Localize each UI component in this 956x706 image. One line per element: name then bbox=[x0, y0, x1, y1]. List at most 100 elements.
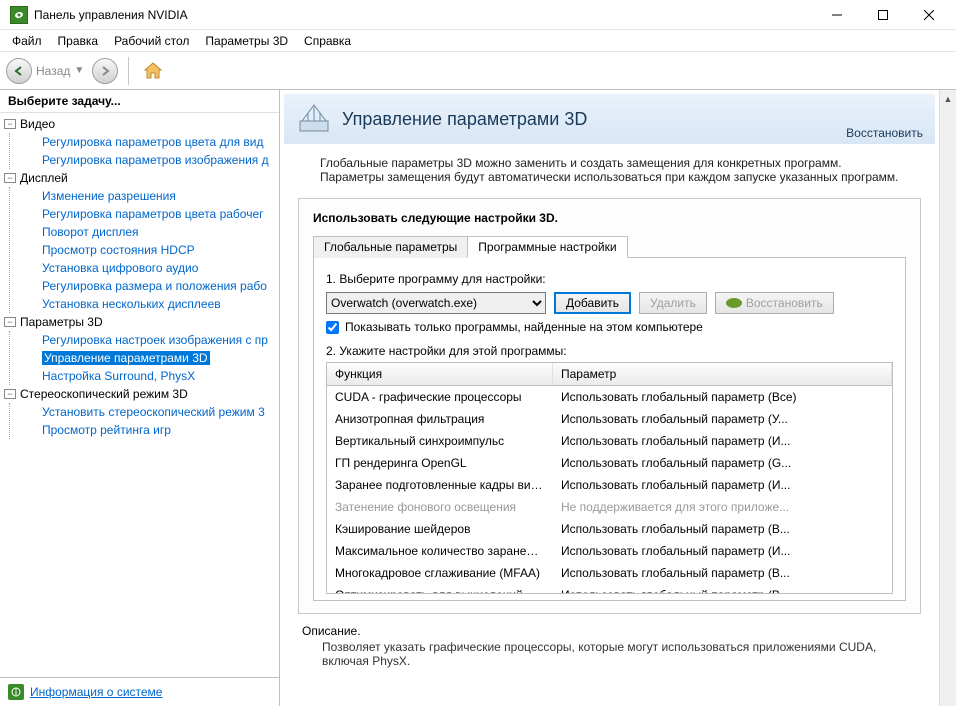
col-function[interactable]: Функция bbox=[327, 363, 553, 385]
tree-item-label: Регулировка настроек изображения с пр bbox=[42, 333, 268, 347]
tree-item[interactable]: Установка нескольких дисплеев bbox=[24, 295, 279, 313]
program-select[interactable]: Overwatch (overwatch.exe) bbox=[326, 292, 546, 314]
step1-label: 1. Выберите программу для настройки: bbox=[326, 272, 893, 286]
tree-item-label: Регулировка параметров цвета для вид bbox=[42, 135, 263, 149]
menu-3d[interactable]: Параметры 3D bbox=[197, 32, 296, 50]
table-row[interactable]: Затенение фонового освещенияНе поддержив… bbox=[327, 496, 892, 518]
table-row[interactable]: ГП рендеринга OpenGLИспользовать глобаль… bbox=[327, 452, 892, 474]
tree-item[interactable]: Регулировка настроек изображения с пр bbox=[24, 331, 279, 349]
tree-item[interactable]: Установить стереоскопический режим 3 bbox=[24, 403, 279, 421]
tree-item[interactable]: Регулировка параметров цвета для вид bbox=[24, 133, 279, 151]
collapse-icon[interactable]: − bbox=[4, 389, 16, 399]
settings-box: Использовать следующие настройки 3D. Гло… bbox=[298, 198, 921, 614]
tab-body: 1. Выберите программу для настройки: Ove… bbox=[313, 258, 906, 601]
menu-edit[interactable]: Правка bbox=[50, 32, 107, 50]
scroll-up-icon[interactable]: ▲ bbox=[940, 90, 956, 107]
home-button[interactable] bbox=[139, 57, 167, 85]
toolbar-divider bbox=[128, 57, 129, 85]
sidebar: Выберите задачу... −ВидеоРегулировка пар… bbox=[0, 90, 280, 706]
cell-function: ГП рендеринга OpenGL bbox=[327, 455, 553, 471]
close-button[interactable] bbox=[906, 0, 952, 30]
tree-group[interactable]: −Стереоскопический режим 3D bbox=[0, 385, 279, 403]
cell-function: CUDA - графические процессоры bbox=[327, 389, 553, 405]
menubar: Файл Правка Рабочий стол Параметры 3D Сп… bbox=[0, 30, 956, 52]
show-only-local-label: Показывать только программы, найденные н… bbox=[345, 320, 703, 334]
table-header: Функция Параметр bbox=[327, 363, 892, 386]
cell-param: Использовать глобальный параметр (В... bbox=[553, 565, 892, 581]
description-area: Описание. Позволяет указать графические … bbox=[302, 624, 917, 668]
tree-group[interactable]: −Дисплей bbox=[0, 169, 279, 187]
table-row[interactable]: CUDA - графические процессорыИспользоват… bbox=[327, 386, 892, 408]
cell-param: Использовать глобальный параметр (И... bbox=[553, 477, 892, 493]
cell-function: Оптимизировать для вычислений bbox=[327, 587, 553, 594]
menu-desktop[interactable]: Рабочий стол bbox=[106, 32, 197, 50]
tree-group-label: Параметры 3D bbox=[20, 315, 103, 329]
table-row[interactable]: Оптимизировать для вычисленийИспользоват… bbox=[327, 584, 892, 594]
restore-link[interactable]: Восстановить bbox=[846, 126, 923, 140]
tree-group[interactable]: −Видео bbox=[0, 115, 279, 133]
table-row[interactable]: Многокадровое сглаживание (MFAA)Использо… bbox=[327, 562, 892, 584]
collapse-icon[interactable]: − bbox=[4, 173, 16, 183]
collapse-icon[interactable]: − bbox=[4, 317, 16, 327]
tree-item[interactable]: Управление параметрами 3D bbox=[24, 349, 279, 367]
minimize-button[interactable] bbox=[814, 0, 860, 30]
tree-item[interactable]: Просмотр рейтинга игр bbox=[24, 421, 279, 439]
titlebar: Панель управления NVIDIA bbox=[0, 0, 956, 30]
collapse-icon[interactable]: − bbox=[4, 119, 16, 129]
task-tree[interactable]: −Видео Регулировка параметров цвета для в… bbox=[0, 112, 279, 677]
tab-global[interactable]: Глобальные параметры bbox=[313, 236, 468, 258]
table-body: CUDA - графические процессорыИспользоват… bbox=[327, 386, 892, 594]
table-row[interactable]: Заранее подготовленные кадры вирту...Исп… bbox=[327, 474, 892, 496]
cell-param: Использовать глобальный параметр (И... bbox=[553, 543, 892, 559]
add-button[interactable]: Добавить bbox=[554, 292, 631, 314]
cell-function: Многокадровое сглаживание (MFAA) bbox=[327, 565, 553, 581]
tab-program[interactable]: Программные настройки bbox=[467, 236, 627, 258]
tree-item[interactable]: Просмотр состояния HDCP bbox=[24, 241, 279, 259]
tree-item[interactable]: Регулировка параметров изображения д bbox=[24, 151, 279, 169]
tree-item[interactable]: Поворот дисплея bbox=[24, 223, 279, 241]
content-pane: ▲ Управление параметрами 3D Восстановить… bbox=[280, 90, 956, 706]
menu-help[interactable]: Справка bbox=[296, 32, 359, 50]
restore-button[interactable]: Восстановить bbox=[715, 292, 834, 314]
forward-button[interactable] bbox=[92, 58, 118, 84]
nvidia-eye-icon bbox=[726, 298, 742, 308]
show-only-local-checkbox[interactable] bbox=[326, 321, 339, 334]
cell-param: Использовать глобальный параметр (В... bbox=[553, 521, 892, 537]
remove-button[interactable]: Удалить bbox=[639, 292, 707, 314]
show-only-local-checkbox-row[interactable]: Показывать только программы, найденные н… bbox=[326, 320, 893, 334]
cell-function: Вертикальный синхроимпульс bbox=[327, 433, 553, 449]
tabs: Глобальные параметры Программные настрой… bbox=[313, 235, 906, 258]
cell-function: Максимальное количество заранее под... bbox=[327, 543, 553, 559]
step2-label: 2. Укажите настройки для этой программы: bbox=[326, 344, 893, 358]
cell-param: Не поддерживается для этого приложе... bbox=[553, 499, 892, 515]
content-scrollbar[interactable]: ▲ bbox=[939, 90, 956, 706]
table-row[interactable]: Кэширование шейдеровИспользовать глобаль… bbox=[327, 518, 892, 540]
tree-item[interactable]: Настройка Surround, PhysX bbox=[24, 367, 279, 385]
tree-group[interactable]: −Параметры 3D bbox=[0, 313, 279, 331]
tree-item-label: Установка нескольких дисплеев bbox=[42, 297, 221, 311]
tree-item-label: Поворот дисплея bbox=[42, 225, 139, 239]
info-icon bbox=[8, 684, 24, 700]
tree-item[interactable]: Регулировка размера и положения рабо bbox=[24, 277, 279, 295]
back-button[interactable] bbox=[6, 58, 32, 84]
tree-item-label: Изменение разрешения bbox=[42, 189, 176, 203]
tree-item-label: Регулировка параметров изображения д bbox=[42, 153, 269, 167]
table-row[interactable]: Максимальное количество заранее под...Ис… bbox=[327, 540, 892, 562]
tree-item[interactable]: Изменение разрешения bbox=[24, 187, 279, 205]
cell-param: Использовать глобальный параметр (Все) bbox=[553, 389, 892, 405]
table-row[interactable]: Анизотропная фильтрацияИспользовать глоб… bbox=[327, 408, 892, 430]
window-controls bbox=[814, 0, 952, 30]
settings-table[interactable]: Функция Параметр CUDA - графические проц… bbox=[326, 362, 893, 594]
page-title: Управление параметрами 3D bbox=[342, 109, 846, 130]
tree-item-label: Установить стереоскопический режим 3 bbox=[42, 405, 265, 419]
system-info-link[interactable]: Информация о системе bbox=[30, 685, 162, 699]
back-dropdown-icon[interactable]: ▼ bbox=[74, 65, 84, 76]
menu-file[interactable]: Файл bbox=[4, 32, 50, 50]
tree-item[interactable]: Регулировка параметров цвета рабочег bbox=[24, 205, 279, 223]
table-row[interactable]: Вертикальный синхроимпульсИспользовать г… bbox=[327, 430, 892, 452]
col-param[interactable]: Параметр bbox=[553, 363, 892, 385]
tree-item[interactable]: Установка цифрового аудио bbox=[24, 259, 279, 277]
tree-item-label: Управление параметрами 3D bbox=[42, 351, 210, 365]
maximize-button[interactable] bbox=[860, 0, 906, 30]
cell-function: Анизотропная фильтрация bbox=[327, 411, 553, 427]
